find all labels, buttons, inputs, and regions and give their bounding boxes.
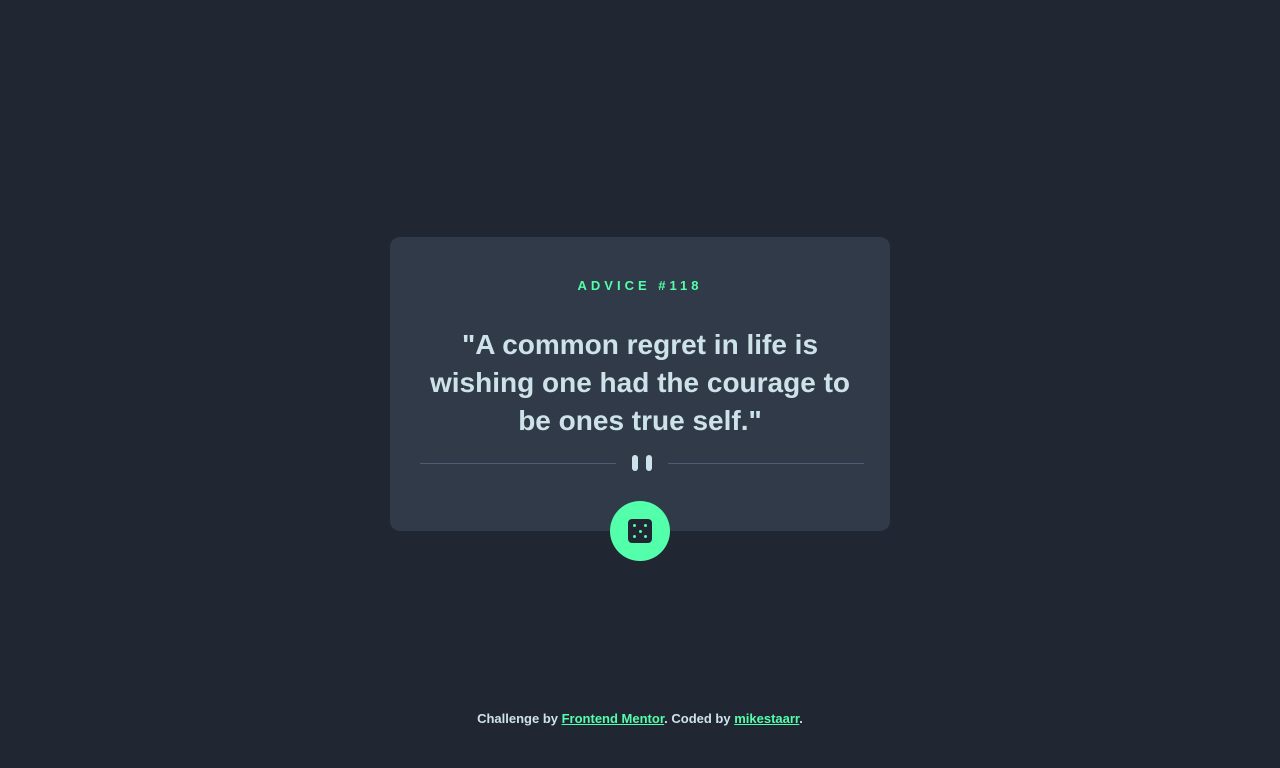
divider-line-left [420,463,616,464]
advice-quote: "A common regret in life is wishing one … [429,329,851,436]
dice-icon [628,519,652,543]
author-link[interactable]: mikestaarr [734,711,799,726]
footer-suffix: . [799,711,803,726]
frontend-mentor-link[interactable]: Frontend Mentor [562,711,665,726]
divider-line-right [668,463,864,464]
pause-icon [632,455,652,471]
generate-advice-button[interactable] [610,501,670,561]
divider [420,453,864,473]
advice-card: ADVICE #118 "A common regret in life is … [390,237,890,531]
challenge-prefix: Challenge by [477,711,562,726]
attribution-footer: Challenge by Frontend Mentor. Coded by m… [0,711,1280,727]
advice-number: ADVICE #118 [577,278,703,293]
page: ADVICE #118 "A common regret in life is … [0,0,1280,768]
coded-prefix: . Coded by [664,711,735,726]
